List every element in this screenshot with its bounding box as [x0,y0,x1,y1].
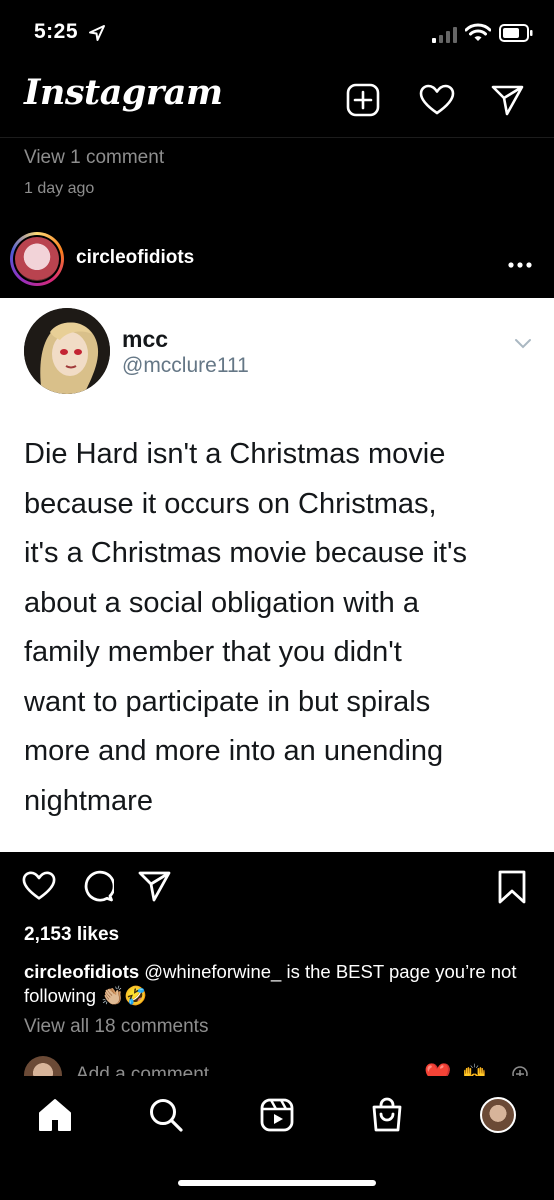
more-options-icon[interactable] [508,256,532,274]
wifi-icon [464,23,492,48]
shop-icon[interactable] [366,1094,408,1136]
post-image-tweet[interactable]: mcc @mcclure111 Die Hard isn't a Christm… [0,298,554,852]
save-icon[interactable] [498,870,526,909]
chevron-down-icon [514,336,532,354]
caption-mention[interactable]: @whineforwine_ [144,961,281,982]
profile-avatar [480,1097,516,1133]
tweet-text: Die Hard isn't a Christmas movie because… [24,430,534,826]
location-arrow-icon [88,24,106,47]
battery-icon [499,24,533,47]
tweet-text-line: about a social obligation with a [24,586,419,619]
home-indicator [178,1180,376,1186]
story-ring-avatar[interactable] [10,232,64,286]
view-comments-link[interactable]: View 1 comment [24,147,164,169]
status-time: 5:25 [34,20,79,43]
avatar [24,1056,62,1076]
caption-username[interactable]: circleofidiots [24,961,139,982]
app-header: Instagram [0,62,554,138]
tweet-text-line: because it occurs on Christmas, [24,487,437,520]
tweet-avatar [24,308,110,394]
post-username[interactable]: circleofidiots [76,247,194,269]
heart-icon[interactable] [417,80,457,120]
like-icon[interactable] [22,870,56,907]
tweet-text-line: Die Hard isn't a Christmas movie [24,438,446,470]
quick-emoji-raised-hands[interactable]: 🙌 [462,1062,487,1076]
tweet-text-line: family member that you didn't [24,636,402,668]
instagram-logo[interactable]: Instagram [24,72,223,113]
tweet-text-line: nightmare [24,784,153,817]
search-icon[interactable] [145,1094,187,1136]
new-post-icon[interactable] [343,80,383,120]
home-icon[interactable] [34,1094,76,1136]
cellular-signal-icon [432,27,458,48]
direct-message-icon[interactable] [488,80,528,120]
status-bar: 5:25 [0,0,554,62]
reels-icon[interactable] [256,1094,298,1136]
add-comment-row: Add a comment… ❤️ 🙌 [0,1052,554,1076]
post-timestamp: 1 day ago [24,180,95,197]
add-emoji-icon[interactable] [512,1066,528,1076]
tweet-display-name: mcc [122,326,169,352]
tweet-text-line: more and more into an unending [24,735,444,767]
tweet-text-line: want to participate in but spirals [24,685,431,718]
post-actions [0,864,554,912]
profile-tab[interactable] [477,1094,519,1136]
bottom-nav [0,1076,554,1200]
avatar [15,237,59,281]
tweet-text-line: it's a Christmas movie because it's [24,537,468,569]
view-all-comments-link[interactable]: View all 18 comments [24,1016,208,1038]
caption-emojis: 👏🏼🤣 [101,985,148,1006]
share-icon[interactable] [138,870,172,907]
comment-icon[interactable] [82,870,116,907]
add-comment-input[interactable]: Add a comment… [76,1064,228,1076]
quick-emoji-heart[interactable]: ❤️ [424,1062,451,1076]
post-caption: circleofidiots @whineforwine_ is the BES… [24,960,524,1008]
tweet-handle: @mcclure111 [122,354,249,377]
post-header: circleofidiots [0,222,554,296]
likes-count[interactable]: 2,153 likes [24,924,119,946]
